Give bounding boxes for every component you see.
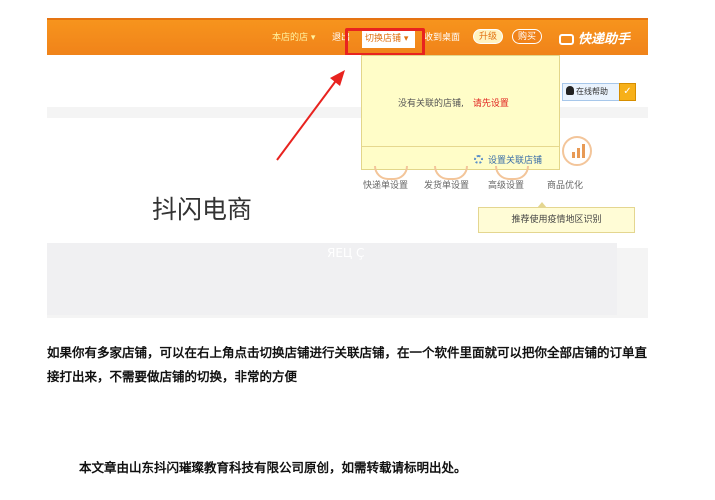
online-help-label: 在线帮助	[576, 87, 608, 96]
gear-icon	[474, 155, 483, 164]
gray-band: ЯЕЦ Ç	[47, 243, 617, 315]
page-title: 抖闪电商	[152, 195, 253, 224]
brand-name: 快递助手	[578, 32, 631, 47]
popup-divider	[362, 146, 559, 147]
popup-message: 没有关联的店铺, 请先设置	[398, 96, 509, 109]
bar-chart-icon	[562, 136, 592, 166]
no-shop-text: 没有关联的店铺,	[398, 99, 464, 109]
app-screenshot: 本店的店 ▾ 退出 切换店铺 ▾ 收到桌面 升级 购买 快递助手 没有关联的店铺…	[47, 18, 648, 318]
article-footer: 本文章由山东抖闪璀璨教育科技有限公司原创，如需转载请标明出处。	[79, 460, 467, 475]
buy-button[interactable]: 购买	[512, 29, 543, 44]
feature-express-settings[interactable]: 快递单设置	[363, 178, 408, 191]
send-to-desktop-link[interactable]: 收到桌面	[424, 30, 460, 43]
qq-penguin-icon	[566, 86, 574, 95]
highlight-box	[345, 28, 425, 56]
switch-shop-popup: 没有关联的店铺, 请先设置 设置关联店铺	[361, 55, 560, 170]
faded-text: ЯЕЦ Ç	[327, 246, 365, 260]
my-shop-link[interactable]: 本店的店 ▾	[272, 30, 315, 43]
upgrade-button[interactable]: 升级	[473, 29, 504, 44]
setup-linked-shop-link[interactable]: 设置关联店铺	[474, 153, 542, 166]
check-icon[interactable]: ✓	[619, 83, 636, 101]
article-paragraph: 如果你有多家店铺，可以在右上角点击切换店铺进行关联店铺，在一个软件里面就可以把你…	[47, 345, 648, 384]
logo-icon	[559, 34, 574, 45]
feature-advanced-settings[interactable]: 高级设置	[488, 178, 524, 191]
recommend-tooltip: 推荐使用疫情地区识别	[478, 202, 635, 233]
my-shop-label: 本店的店	[272, 33, 309, 43]
setup-linked-shop-label: 设置关联店铺	[488, 156, 543, 166]
feature-product-optimize[interactable]: 商品优化	[547, 178, 583, 191]
feature-delivery-settings[interactable]: 发货单设置	[424, 178, 469, 191]
chevron-down-icon: ▾	[310, 33, 316, 43]
setup-first-link[interactable]: 请先设置	[473, 99, 509, 109]
brand-logo: 快递助手	[559, 28, 630, 47]
